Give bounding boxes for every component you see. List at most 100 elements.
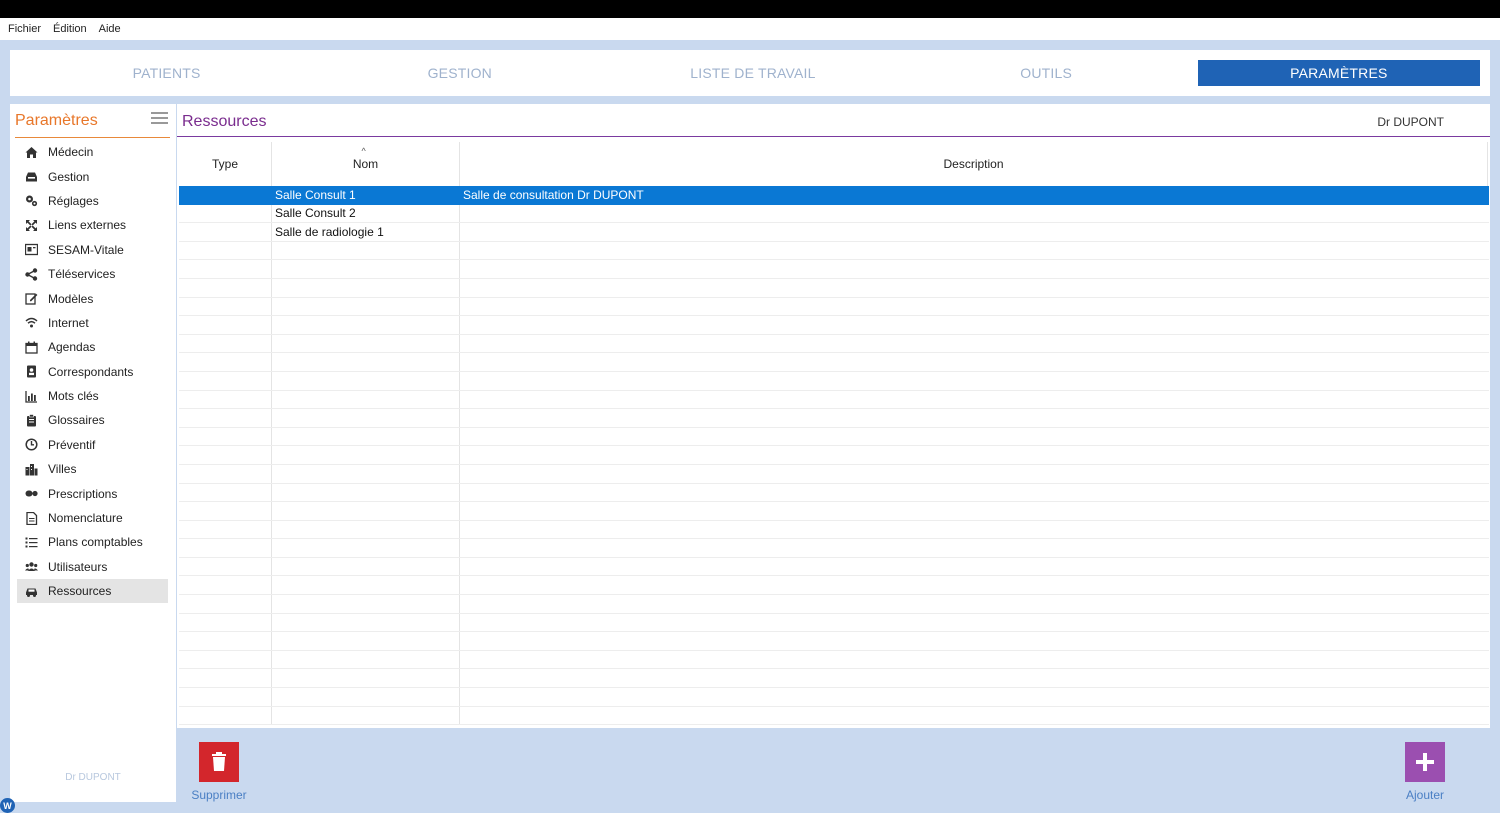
table-cell-type — [179, 334, 272, 353]
table-row-empty — [179, 650, 1489, 670]
table-row-empty — [179, 371, 1489, 391]
sidebar-item-clock[interactable]: Préventif — [17, 433, 168, 457]
table-row-empty — [179, 706, 1489, 726]
table-cell-description — [460, 353, 1489, 371]
table-cell-nom — [272, 650, 460, 669]
table-cell-description: Salle de consultation Dr DUPONT — [463, 187, 644, 202]
sidebar-item-label: Villes — [48, 462, 77, 477]
list-icon — [24, 535, 38, 549]
table-cell-nom — [272, 334, 460, 353]
table-cell-description — [460, 539, 1489, 557]
sidebar-title: Paramètres — [15, 112, 98, 129]
table-row-empty — [179, 688, 1489, 707]
sidebar-item-label: Prescriptions — [48, 486, 118, 501]
tab-patients[interactable]: PATIENTS — [20, 60, 313, 86]
table-cell-description — [460, 632, 1489, 650]
sidebar-item-card-reader[interactable]: SESAM-Vitale — [17, 238, 168, 262]
users-icon — [24, 560, 38, 574]
column-header-type[interactable]: Type — [179, 142, 272, 186]
page-title: Ressources — [182, 113, 267, 130]
sidebar-item-label: Plans comptables — [48, 535, 143, 550]
table-row[interactable]: Salle Consult 2 — [179, 204, 1489, 224]
table-cell-description — [460, 279, 1489, 297]
main-header: Ressources Dr DUPONT — [177, 104, 1490, 137]
table-cell-type — [179, 371, 272, 390]
main-panel: Ressources Dr DUPONT Type ^ Nom Descript… — [177, 104, 1490, 728]
sidebar-item-contact-card[interactable]: Correspondants — [17, 360, 168, 384]
sidebar-item-calendar[interactable]: Agendas — [17, 335, 168, 359]
table-cell-description — [460, 576, 1489, 594]
column-header-nom-label: Nom — [352, 157, 379, 171]
sidebar-item-expand-arrows[interactable]: Liens externes — [17, 213, 168, 237]
menu-bar: Fichier Édition Aide — [0, 18, 1500, 40]
table-cell-type — [179, 595, 272, 613]
table-cell-nom — [272, 669, 460, 688]
tab-parametres[interactable]: PARAMÈTRES — [1197, 60, 1480, 86]
clock-icon — [24, 438, 38, 452]
table-row-empty — [179, 241, 1489, 261]
sidebar-item-city[interactable]: Villes — [17, 457, 168, 481]
add-button[interactable]: Ajouter — [1395, 742, 1455, 802]
action-bar: Supprimer Ajouter — [177, 728, 1490, 813]
sidebar-item-share[interactable]: Téléservices — [17, 262, 168, 286]
table-cell-description — [460, 223, 1489, 241]
table-cell-type — [179, 688, 272, 706]
table-row-empty — [179, 557, 1489, 577]
table-cell-nom — [272, 446, 460, 464]
table-row-empty — [179, 539, 1489, 558]
menu-aide[interactable]: Aide — [99, 23, 121, 35]
column-header-description[interactable]: Description — [460, 142, 1488, 186]
table-cell-type — [179, 297, 272, 316]
tab-liste-de-travail[interactable]: LISTE DE TRAVAIL — [606, 60, 899, 86]
table-cell-description — [460, 372, 1489, 390]
menu-fichier[interactable]: Fichier — [8, 23, 41, 35]
table-row-empty — [179, 669, 1489, 689]
sidebar-item-wifi[interactable]: Internet — [17, 311, 168, 335]
table-row-empty — [179, 483, 1489, 503]
table-cell-type — [179, 483, 272, 502]
sidebar-item-bar-chart[interactable]: Mots clés — [17, 384, 168, 408]
sidebar-item-clipboard[interactable]: Glossaires — [17, 408, 168, 432]
table-cell-nom — [272, 390, 460, 409]
sidebar-item-home[interactable]: Médecin — [17, 140, 168, 164]
tab-gestion[interactable]: GESTION — [313, 60, 606, 86]
hamburger-menu-icon[interactable] — [151, 112, 168, 126]
sidebar-item-edit[interactable]: Modèles — [17, 286, 168, 310]
sidebar: Paramètres Médecin Gestion Réglages Liens e… — [10, 104, 176, 802]
table-row[interactable]: Salle de radiologie 1 — [179, 223, 1489, 242]
window-titlebar — [0, 0, 1500, 18]
sidebar-item-pills[interactable]: Prescriptions — [17, 481, 168, 505]
sidebar-item-label: Glossaires — [48, 413, 105, 428]
expand-arrows-icon — [24, 218, 38, 232]
tab-outils[interactable]: OUTILS — [900, 60, 1193, 86]
delete-button[interactable]: Supprimer — [189, 742, 249, 802]
sidebar-item-document[interactable]: Nomenclature — [17, 506, 168, 530]
table-row[interactable]: Salle Consult 1 Salle de consultation Dr … — [179, 186, 1489, 205]
bar-chart-icon — [24, 389, 38, 403]
table-cell-type — [179, 576, 272, 595]
table-cell-description — [460, 521, 1489, 539]
sidebar-item-users[interactable]: Utilisateurs — [17, 555, 168, 579]
sidebar-item-label: Agendas — [48, 340, 96, 355]
table-cell-nom — [272, 409, 460, 427]
sidebar-item-label: SESAM-Vitale — [48, 242, 124, 257]
column-header-nom[interactable]: ^ Nom — [272, 142, 460, 186]
sidebar-item-car[interactable]: Ressources — [17, 579, 168, 604]
add-button-label: Ajouter — [1405, 788, 1445, 802]
sidebar-item-cogs[interactable]: Réglages — [17, 189, 168, 213]
menu-edition[interactable]: Édition — [53, 23, 87, 35]
sidebar-item-list[interactable]: Plans comptables — [17, 530, 168, 554]
table-cell-type — [179, 539, 272, 557]
table-cell-description — [460, 669, 1489, 687]
table-cell-description — [460, 651, 1489, 669]
sidebar-item-label: Téléservices — [48, 267, 116, 282]
table-cell-nom — [272, 241, 460, 260]
table-row-empty — [179, 576, 1489, 596]
table-cell-description — [460, 558, 1489, 576]
sidebar-item-inbox[interactable]: Gestion — [17, 164, 168, 188]
sidebar-item-label: Gestion — [48, 169, 90, 184]
car-icon — [24, 584, 38, 598]
sidebar-item-label: Préventif — [48, 437, 96, 452]
table-cell-nom — [272, 520, 460, 539]
main-navigation: PATIENTS GESTION LISTE DE TRAVAIL OUTILS… — [10, 50, 1490, 96]
